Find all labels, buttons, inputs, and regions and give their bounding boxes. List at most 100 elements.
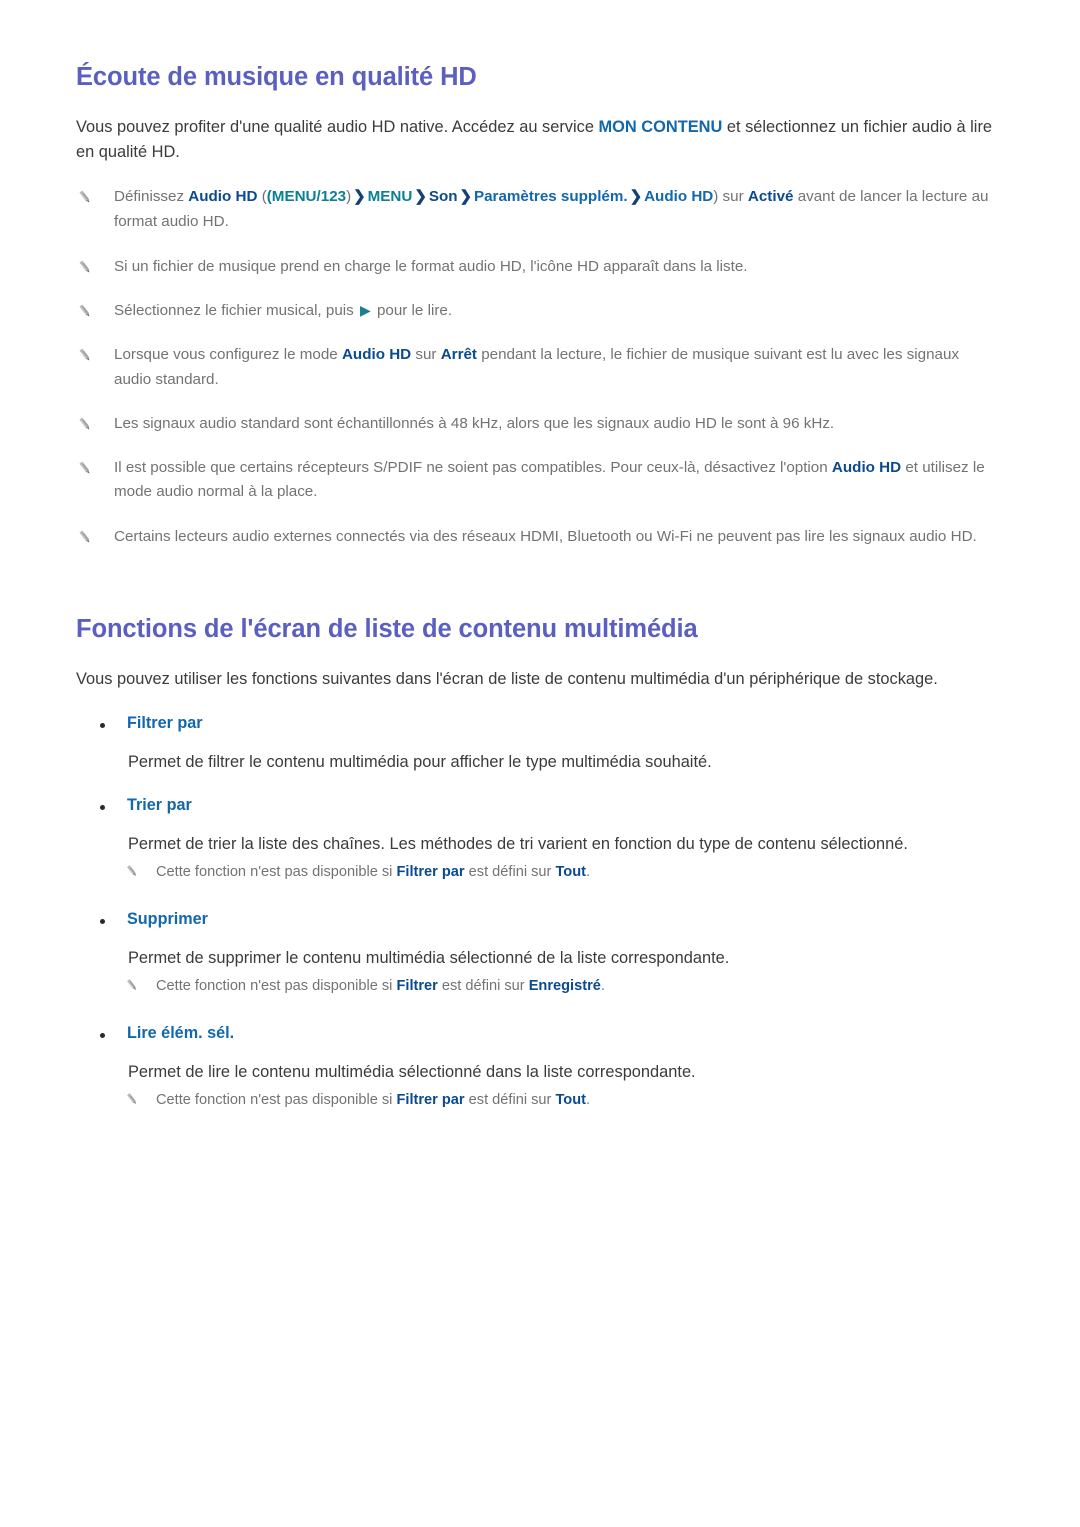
inline-text: Si un fichier de musique prend en charge…: [114, 257, 748, 275]
note-text: Cette fonction n'est pas disponible si F…: [156, 975, 605, 998]
feature-label: Filtrer par: [127, 713, 203, 732]
inline-term-blue-bold: Paramètres supplém.: [473, 188, 628, 206]
pencil-icon: [124, 1091, 140, 1107]
inline-text: Cette fonction n'est pas disponible si: [156, 977, 397, 994]
inline-term-navy-bold: Audio HD: [188, 188, 258, 206]
inline-term-chevron: ❯: [353, 189, 366, 206]
inline-text: Les signaux audio standard sont échantil…: [114, 414, 835, 432]
feature-list: Filtrer par Permet de filtrer le contenu …: [76, 714, 1008, 1116]
inline-text: Cette fonction n'est pas disponible si: [156, 863, 397, 880]
inline-text: .: [586, 863, 591, 880]
inline-text: est défini sur: [464, 1091, 556, 1108]
feature-label: Lire élém. sél.: [127, 1024, 235, 1043]
feature-bullet-row[interactable]: Filtrer par: [100, 714, 1008, 733]
feature-bullet-row[interactable]: Trier par: [100, 796, 1008, 815]
note-text: Cette fonction n'est pas disponible si F…: [156, 861, 590, 884]
inline-term-navy-bold: Arrêt: [440, 346, 477, 364]
note-item: Cette fonction n'est pas disponible si F…: [124, 1085, 1008, 1116]
feature-bullet-row[interactable]: Lire élém. sél.: [100, 1024, 1008, 1043]
inline-term-navy-bold: Audio HD: [341, 346, 412, 364]
bullet-dot-icon: [100, 722, 105, 728]
inline-term-navy-bold: Tout: [555, 1091, 586, 1108]
feature-subnotes: Cette fonction n'est pas disponible si F…: [76, 857, 1008, 888]
note-text: Si un fichier de musique prend en charge…: [114, 255, 748, 279]
note-list-audio-hd: Définissez Audio HD ((MENU/123) ❯ MENU ❯ Son…: [76, 178, 1008, 556]
feature-item-0: Filtrer par Permet de filtrer le contenu …: [76, 714, 1008, 775]
inline-term-navy-bold: Filtrer par: [396, 1091, 465, 1108]
inline-term-play: ▶: [359, 301, 371, 318]
note-text: Définissez Audio HD ((MENU/123) ❯ MENU ❯ Son…: [114, 185, 994, 234]
inline-term-paren: (: [257, 188, 267, 206]
inline-text: Définissez: [114, 188, 189, 206]
inline-term-chevron: ❯: [459, 189, 472, 206]
inline-text: pour le lire.: [372, 301, 453, 319]
note-item: Il est possible que certains récepteurs …: [76, 449, 1008, 512]
feature-label: Supprimer: [127, 910, 208, 929]
inline-text: .: [600, 977, 605, 994]
inline-term-mon-contenu: MON CONTENU: [598, 117, 723, 136]
bullet-dot-icon: [100, 805, 105, 811]
inline-term-teal-bold: MENU: [367, 188, 413, 206]
pencil-icon: [76, 415, 94, 433]
intro-paragraph-audio-hd: Vous pouvez profiter d'une qualité audio…: [76, 115, 1001, 165]
manual-page: Écoute de musique en qualité HD Vous pou…: [0, 0, 1080, 1527]
note-text: Lorsque vous configurez le mode Audio HD…: [114, 343, 994, 392]
note-text: Cette fonction n'est pas disponible si F…: [156, 1089, 590, 1112]
pencil-icon: [76, 188, 94, 206]
inline-text: Lorsque vous configurez le mode: [114, 346, 342, 364]
inline-text: .: [586, 1091, 591, 1108]
feature-subnotes: Cette fonction n'est pas disponible si F…: [76, 971, 1008, 1002]
feature-label: Trier par: [127, 796, 192, 815]
note-item: Lorsque vous configurez le mode Audio HD…: [76, 336, 1008, 399]
note-item: Si un fichier de musique prend en charge…: [76, 248, 1008, 286]
inline-term-navy-bold: Activé: [747, 188, 794, 206]
feature-item-1: Trier par Permet de trier la liste des ch…: [76, 796, 1008, 888]
note-item: Certains lecteurs audio externes connect…: [76, 518, 1008, 556]
inline-term-blue-bold: Audio HD: [644, 188, 714, 206]
bullet-dot-icon: [100, 919, 105, 925]
note-text: Certains lecteurs audio externes connect…: [114, 525, 977, 549]
inline-term-navy-bold: Son: [428, 188, 458, 206]
pencil-icon: [76, 302, 94, 320]
note-item: Les signaux audio standard sont échantil…: [76, 405, 1008, 443]
inline-text: ) sur: [713, 188, 748, 206]
inline-term-navy-bold: Tout: [555, 863, 586, 880]
pencil-icon: [124, 977, 140, 993]
inline-text: sur: [411, 346, 441, 364]
inline-term-navy-bold: Filtrer par: [396, 863, 465, 880]
note-item: Définissez Audio HD ((MENU/123) ❯ MENU ❯ Son…: [76, 178, 1008, 241]
note-text: Il est possible que certains récepteurs …: [114, 456, 994, 505]
inline-text: Cette fonction n'est pas disponible si: [156, 1091, 397, 1108]
note-text: Les signaux audio standard sont échantil…: [114, 412, 834, 436]
page-title-media-list: Fonctions de l'écran de liste de contenu…: [76, 615, 698, 644]
page-title-audio-hd: Écoute de musique en qualité HD: [76, 63, 477, 91]
inline-term-chevron: ❯: [629, 189, 643, 206]
feature-subnotes: Cette fonction n'est pas disponible si F…: [76, 1085, 1008, 1116]
pencil-icon: [76, 258, 94, 276]
feature-item-3: Lire élém. sél. Permet de lire le contenu…: [76, 1024, 1008, 1116]
pencil-icon: [76, 346, 94, 364]
inline-term-navy-bold: Enregistré: [528, 977, 601, 994]
feature-description: Permet de trier la liste des chaînes. Le…: [128, 835, 908, 854]
note-item: Cette fonction n'est pas disponible si F…: [124, 971, 1008, 1002]
inline-text: Certains lecteurs audio externes connect…: [114, 527, 977, 545]
feature-description: Permet de filtrer le contenu multimédia …: [128, 752, 712, 771]
intro-paragraph-media-list: Vous pouvez utiliser les fonctions suiva…: [76, 669, 938, 688]
inline-term-chevron: ❯: [414, 189, 427, 206]
inline-text: Il est possible que certains récepteurs …: [114, 459, 832, 477]
inline-term-teal-bold: (MENU/123: [266, 188, 347, 206]
feature-bullet-row[interactable]: Supprimer: [100, 910, 1008, 929]
pencil-icon: [76, 528, 94, 546]
inline-term-navy-bold: Filtrer: [396, 977, 438, 994]
pencil-icon: [76, 459, 94, 477]
feature-description: Permet de supprimer le contenu multimédi…: [128, 949, 730, 968]
inline-text: Sélectionnez le fichier musical, puis: [114, 301, 358, 319]
feature-description: Permet de lire le contenu multimédia sél…: [128, 1063, 696, 1082]
inline-text: est défini sur: [464, 863, 556, 880]
feature-item-2: Supprimer Permet de supprimer le contenu …: [76, 910, 1008, 1002]
inline-term-navy-bold: Audio HD: [831, 459, 902, 477]
pencil-icon: [124, 863, 140, 879]
note-item: Cette fonction n'est pas disponible si F…: [124, 857, 1008, 888]
inline-text: est défini sur: [437, 977, 529, 994]
note-text: Sélectionnez le fichier musical, puis ▶ …: [114, 299, 452, 323]
